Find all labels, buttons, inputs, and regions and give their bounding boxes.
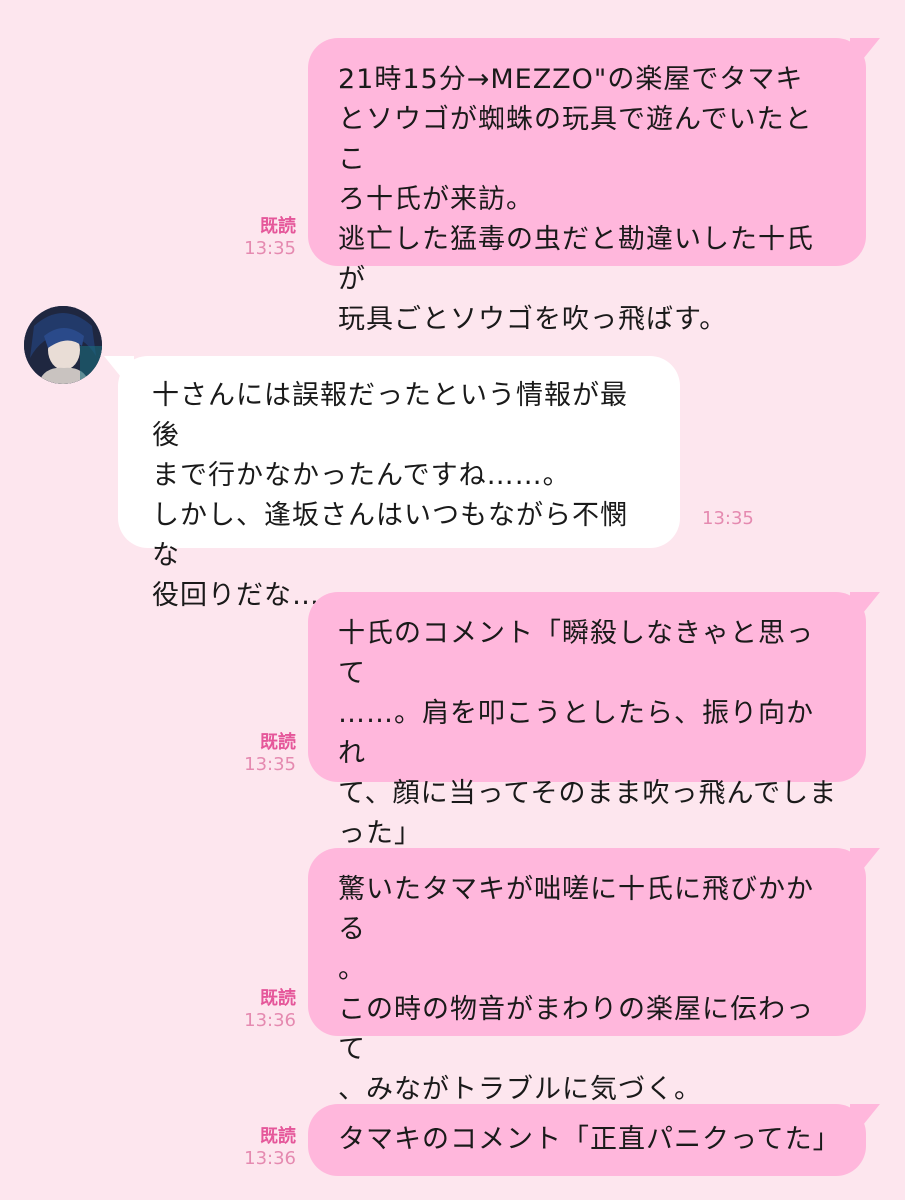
timestamp: 13:36 [244,1010,296,1031]
sent-message-bubble[interactable]: 21時15分→MEZZO"の楽屋でタマキ とソウゴが蜘蛛の玩具で遊んでいたとこ … [308,38,866,335]
timestamp: 13:35 [244,238,296,259]
read-receipt: 既読 [260,732,296,753]
read-receipt: 既読 [260,988,296,1009]
timestamp: 13:35 [244,754,296,775]
sent-message-bubble[interactable]: 驚いたタマキが咄嗟に十氏に飛びかかる 。 この時の物音がまわりの楽屋に伝わって … [308,848,866,1105]
message-1-meta: 既読 13:35 [232,216,296,260]
message-4-meta: 既読 13:36 [232,988,296,1032]
timestamp: 13:35 [702,508,754,529]
read-receipt: 既読 [260,216,296,237]
received-message-bubble[interactable]: 十さんには誤報だったという情報が最後 まで行かなかったんですね……。 しかし、逢… [118,356,680,611]
sent-message-bubble[interactable]: タマキのコメント「正直パニクってた」 [308,1104,866,1176]
message-5-meta: 既読 13:36 [232,1126,296,1170]
character-avatar[interactable] [24,306,102,384]
sent-message-bubble[interactable]: 十氏のコメント「瞬殺しなきゃと思って ……。肩を叩こうとしたら、振り向かれ て、… [308,592,866,849]
read-receipt: 既読 [260,1126,296,1147]
timestamp: 13:36 [244,1148,296,1169]
chat-thread: 既読 13:35 21時15分→MEZZO"の楽屋でタマキ とソウゴが蜘蛛の玩具… [0,0,905,1200]
avatar-icon [24,306,102,384]
message-3-meta: 既読 13:35 [232,732,296,776]
